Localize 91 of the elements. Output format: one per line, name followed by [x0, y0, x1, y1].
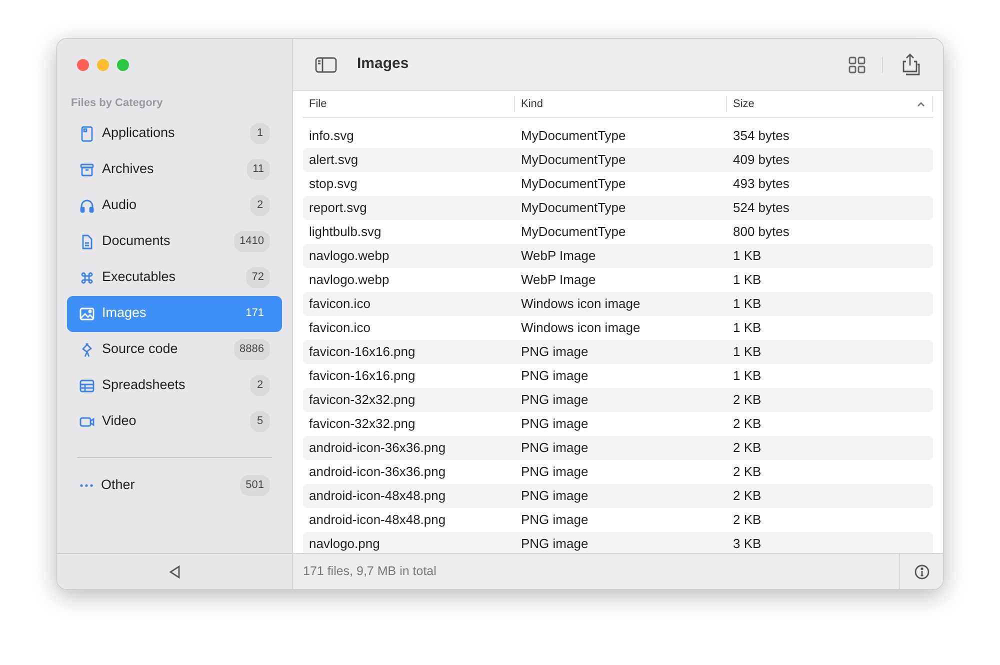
table-cell-text: WebP Image — [520, 247, 597, 266]
table-cell-text: PNG image — [520, 343, 590, 362]
item-count: 11 — [246, 159, 270, 180]
sidebar-item[interactable]: Video 5 — [67, 404, 282, 440]
phone-icon — [79, 126, 95, 142]
table-cell-text: 3 KB — [732, 535, 762, 553]
table-cell-text: 1 KB — [732, 367, 762, 386]
table-cell-text: android-icon-36x36.png — [308, 439, 447, 458]
table-cell-text: 1 KB — [732, 319, 762, 338]
table-cell-text: PNG image — [520, 439, 590, 458]
table-cell-text: Windows icon image — [520, 295, 642, 314]
table-cell-text: PNG image — [520, 511, 590, 530]
table-cell-text: Windows icon image — [520, 319, 642, 338]
item-count: 171 — [244, 306, 265, 322]
image-icon — [79, 306, 95, 322]
section-heading: Files by Category — [70, 96, 164, 111]
item-count: 501 — [240, 475, 270, 496]
column-header[interactable]: Size — [727, 96, 933, 112]
sidebar-item[interactable]: Other 501 — [67, 468, 282, 504]
table-cell-text: favicon-16x16.png — [308, 343, 416, 362]
sidebar-item[interactable]: Spreadsheets 2 — [67, 368, 282, 404]
table-cell-text: report.svg — [308, 199, 368, 218]
item-count: 2 — [250, 195, 270, 216]
table-cell-text: navlogo.webp — [308, 271, 390, 290]
window-title: Images — [357, 54, 410, 74]
table-cell-text: PNG image — [520, 391, 590, 410]
item-count: 1410 — [234, 231, 270, 252]
archive-box-icon — [79, 162, 95, 178]
sidebar-item[interactable]: Audio 2 — [67, 188, 282, 224]
table-cell-text: favicon-16x16.png — [308, 367, 416, 386]
sidebar-item[interactable]: Archives 11 — [67, 152, 282, 188]
table-cell-text: stop.svg — [308, 175, 358, 194]
table-cell-text: 354 bytes — [732, 127, 790, 146]
table-cell-text: favicon-32x32.png — [308, 415, 416, 434]
ellipsis-icon — [80, 484, 93, 487]
table-cell-text: android-icon-36x36.png — [308, 463, 447, 482]
item-count: 1 — [250, 123, 270, 144]
sidebar-item[interactable]: Executables 72 — [67, 260, 282, 296]
table-cell-text: 1 KB — [732, 271, 762, 290]
triangle-left-icon — [166, 564, 182, 580]
table-cell-text: 493 bytes — [732, 175, 790, 194]
table-cell-text: navlogo.webp — [308, 247, 390, 266]
table-cell-text: PNG image — [520, 463, 590, 482]
table-cell-text: 2 KB — [732, 463, 762, 482]
table-cell-text: 409 bytes — [732, 151, 790, 170]
table-cell-text: 2 KB — [732, 439, 762, 458]
table-cell-text: 800 bytes — [732, 223, 790, 242]
table-cell-text: 2 KB — [732, 415, 762, 434]
table-cell-text: favicon-32x32.png — [308, 391, 416, 410]
sidebar-item[interactable]: Applications 1 — [67, 116, 282, 152]
table-cell-text: alert.svg — [308, 151, 360, 170]
table-cell-text: MyDocumentType — [520, 199, 627, 218]
table-cell-text: 1 KB — [732, 247, 762, 266]
table-cell-text: 2 KB — [732, 391, 762, 410]
sidebar-item[interactable]: Source code 8886 — [67, 332, 282, 368]
table-cell-text: 2 KB — [732, 511, 762, 530]
table-cell-text: MyDocumentType — [520, 151, 627, 170]
item-count: 8886 — [234, 339, 270, 360]
sidebar-icon — [315, 56, 337, 74]
status-text: 171 files, 9,7 MB in total — [303, 563, 438, 580]
table-cell-text: favicon.ico — [308, 295, 372, 314]
item-count: 72 — [246, 267, 270, 288]
table-cell-text: WebP Image — [520, 271, 597, 290]
column-header[interactable]: Kind — [515, 96, 727, 112]
sidebar-item[interactable]: Documents 1410 — [67, 224, 282, 260]
table-cell-text: navlogo.png — [308, 535, 381, 553]
table-cell-text: PNG image — [520, 367, 590, 386]
sort-ascending-icon — [916, 100, 926, 108]
table-cell-text: MyDocumentType — [520, 175, 627, 194]
info-icon — [914, 564, 930, 580]
item-count: 5 — [250, 411, 270, 432]
command-key-icon — [79, 270, 95, 286]
table-cell-text: android-icon-48x48.png — [308, 487, 447, 506]
headphones-icon — [79, 198, 95, 214]
table-cell-text: 1 KB — [732, 343, 762, 362]
table-cell-text: lightbulb.svg — [308, 223, 382, 242]
table-cell-text: 524 bytes — [732, 199, 790, 218]
grid-icon — [848, 56, 866, 74]
table-cell-text: info.svg — [308, 127, 355, 146]
table-cell-text: PNG image — [520, 415, 590, 434]
table-cell-text: 1 KB — [732, 295, 762, 314]
table-grid-icon — [79, 378, 95, 394]
table-cell-text: MyDocumentType — [520, 127, 627, 146]
table-cell-text: PNG image — [520, 487, 590, 506]
item-count: 2 — [250, 375, 270, 396]
table-cell-text: PNG image — [520, 535, 590, 553]
column-header[interactable]: File — [303, 96, 515, 112]
table-cell-text: MyDocumentType — [520, 223, 627, 242]
table-cell-text: 2 KB — [732, 487, 762, 506]
table-cell-text: android-icon-48x48.png — [308, 511, 447, 530]
table-cell-text: favicon.ico — [308, 319, 372, 338]
